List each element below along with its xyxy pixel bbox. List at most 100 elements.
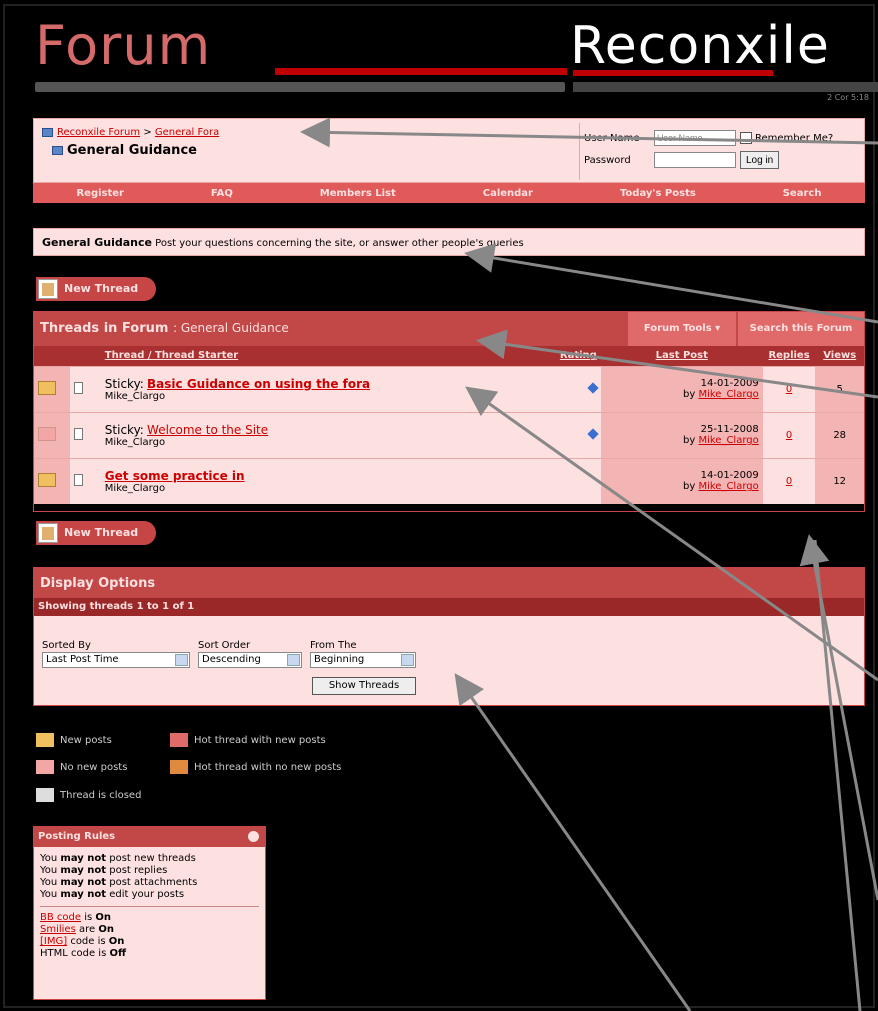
replies-count[interactable]: 0 — [786, 384, 792, 395]
menu-search[interactable]: Search — [783, 188, 822, 199]
threads-panel: Threads in Forum : General Guidance Foru… — [33, 311, 865, 512]
last-post-user[interactable]: Mike_Clargo — [698, 435, 758, 446]
new-posts-icon — [38, 472, 56, 487]
sort-order-select[interactable]: Descending — [198, 652, 302, 668]
threads-header: Threads in Forum : General Guidance Foru… — [34, 312, 864, 346]
breadcrumb: Reconxile Forum > General Fora — [42, 127, 219, 138]
thread-title-link[interactable]: Get some practice in — [105, 469, 245, 483]
bbcode-link[interactable]: BB code — [40, 912, 81, 923]
logo-bar — [35, 82, 565, 92]
thread-starter[interactable]: Mike_Clargo — [105, 391, 165, 402]
posting-rules-body: You may not post new threads You may not… — [34, 847, 265, 966]
sorted-by-select[interactable]: Last Post Time — [42, 652, 190, 668]
col-replies[interactable]: Replies — [762, 346, 816, 366]
forum-logo-text: Forum — [35, 14, 212, 77]
sort-order-value: Descending — [202, 654, 261, 665]
thread-starter[interactable]: Mike_Clargo — [105, 483, 165, 494]
username-input[interactable] — [654, 130, 736, 146]
search-forum-button[interactable]: Search this Forum — [738, 312, 864, 346]
new-thread-label: New Thread — [64, 282, 139, 295]
legend-closed: Thread is closed — [60, 789, 142, 801]
password-label: Password — [584, 154, 631, 166]
col-sep: / — [144, 350, 155, 362]
views-count: 5 — [815, 365, 864, 412]
show-threads-button[interactable]: Show Threads — [312, 677, 416, 695]
html-line: HTML code is Off — [40, 948, 127, 959]
nav-menu: Register FAQ Members List Calendar Today… — [33, 183, 865, 203]
last-post-user[interactable]: Mike_Clargo — [698, 481, 758, 492]
page-title: General Guidance — [52, 143, 197, 158]
menu-calendar[interactable]: Calendar — [483, 188, 533, 199]
col-last-post[interactable]: Last Post — [600, 346, 763, 366]
pin-icon — [587, 427, 599, 440]
smilies-link[interactable]: Smilies — [40, 924, 76, 935]
password-input[interactable] — [654, 152, 736, 168]
menu-todays-posts[interactable]: Today's Posts — [620, 188, 696, 199]
remember-label: Remember Me? — [755, 132, 834, 144]
col-views[interactable]: Views — [815, 346, 864, 366]
thread-icon — [74, 381, 84, 394]
forum-tools-button[interactable]: Forum Tools ▾ — [628, 312, 736, 346]
last-post-by: by — [683, 481, 696, 493]
threads-heading: Threads in Forum — [40, 321, 169, 336]
chevron-down-icon — [287, 654, 300, 666]
breadcrumb-root-link[interactable]: Reconxile Forum — [57, 127, 140, 138]
menu-members-list[interactable]: Members List — [320, 188, 396, 199]
legend-row-2: No new posts Hot thread with no new post… — [36, 760, 341, 774]
sorted-by-value: Last Post Time — [46, 654, 119, 665]
menu-faq[interactable]: FAQ — [211, 188, 233, 199]
col-thread: Thread / Thread Starter — [100, 346, 510, 366]
table-row: Sticky: Welcome to the Site Mike_Clargo … — [34, 411, 864, 458]
legend-hot-no-new: Hot thread with no new posts — [194, 761, 342, 773]
chevron-down-icon — [175, 654, 188, 666]
thread-title-link[interactable]: Welcome to the Site — [147, 423, 268, 437]
posting-rules-panel: Posting Rules You may not post new threa… — [33, 826, 266, 1000]
forum-desc-text: Post your questions concerning the site,… — [155, 238, 524, 249]
views-count: 28 — [815, 411, 864, 458]
login-button[interactable]: Log in — [740, 151, 780, 169]
last-post-user[interactable]: Mike_Clargo — [698, 389, 758, 400]
from-select[interactable]: Beginning — [310, 652, 416, 668]
divider — [40, 906, 259, 907]
table-row: Get some practice in Mike_Clargo 14-01-2… — [34, 457, 864, 504]
img-line: [IMG] code is On — [40, 936, 125, 947]
rule-line: You may not post attachments — [40, 877, 198, 888]
legend-row-1: New posts Hot thread with new posts — [36, 733, 326, 747]
col-rating[interactable]: Rating — [509, 346, 601, 366]
new-posts-icon — [38, 380, 56, 395]
bbcode-line: BB code is On — [40, 912, 111, 923]
legend-no-new: No new posts — [60, 761, 128, 773]
replies-count[interactable]: 0 — [786, 476, 792, 487]
new-thread-button-top[interactable]: New Thread — [36, 277, 156, 301]
folder-open-icon — [52, 146, 63, 155]
thread-title-link[interactable]: Basic Guidance on using the fora — [147, 377, 370, 391]
navbar: Reconxile Forum > General Fora General G… — [33, 118, 865, 183]
col-starter-label[interactable]: Thread Starter — [155, 350, 238, 361]
legend-new-posts: New posts — [60, 734, 112, 746]
new-thread-label: New Thread — [64, 526, 139, 539]
breadcrumb-parent-link[interactable]: General Fora — [155, 127, 219, 138]
last-post-date: 14-01-2009 — [700, 470, 759, 482]
header-verse: 2 Cor 5:18 — [827, 93, 869, 102]
thread-icon — [74, 427, 84, 440]
col-thread-label[interactable]: Thread — [105, 350, 145, 361]
new-thread-icon — [38, 523, 58, 543]
remember-checkbox[interactable] — [740, 132, 752, 144]
img-link[interactable]: [IMG] — [40, 936, 67, 947]
forum-desc-name: General Guidance — [42, 236, 152, 249]
collapse-icon[interactable] — [248, 831, 259, 842]
threads-table: Thread / Thread Starter Rating Last Post… — [34, 346, 864, 504]
posting-rules-heading: Posting Rules — [34, 827, 265, 847]
menu-register[interactable]: Register — [76, 188, 124, 199]
col-icon — [70, 346, 101, 366]
showing-threads-text: Showing threads 1 to 1 of 1 — [34, 598, 864, 616]
replies-count[interactable]: 0 — [786, 430, 792, 441]
folder-icon — [42, 127, 53, 137]
display-options-heading: Display Options — [34, 568, 864, 598]
pin-icon — [587, 381, 599, 394]
rule-line: You may not post new threads — [40, 853, 196, 864]
thread-starter[interactable]: Mike_Clargo — [105, 437, 165, 448]
username-label: User Name — [584, 132, 640, 144]
col-status — [34, 346, 71, 366]
new-thread-button-bottom[interactable]: New Thread — [36, 521, 156, 545]
